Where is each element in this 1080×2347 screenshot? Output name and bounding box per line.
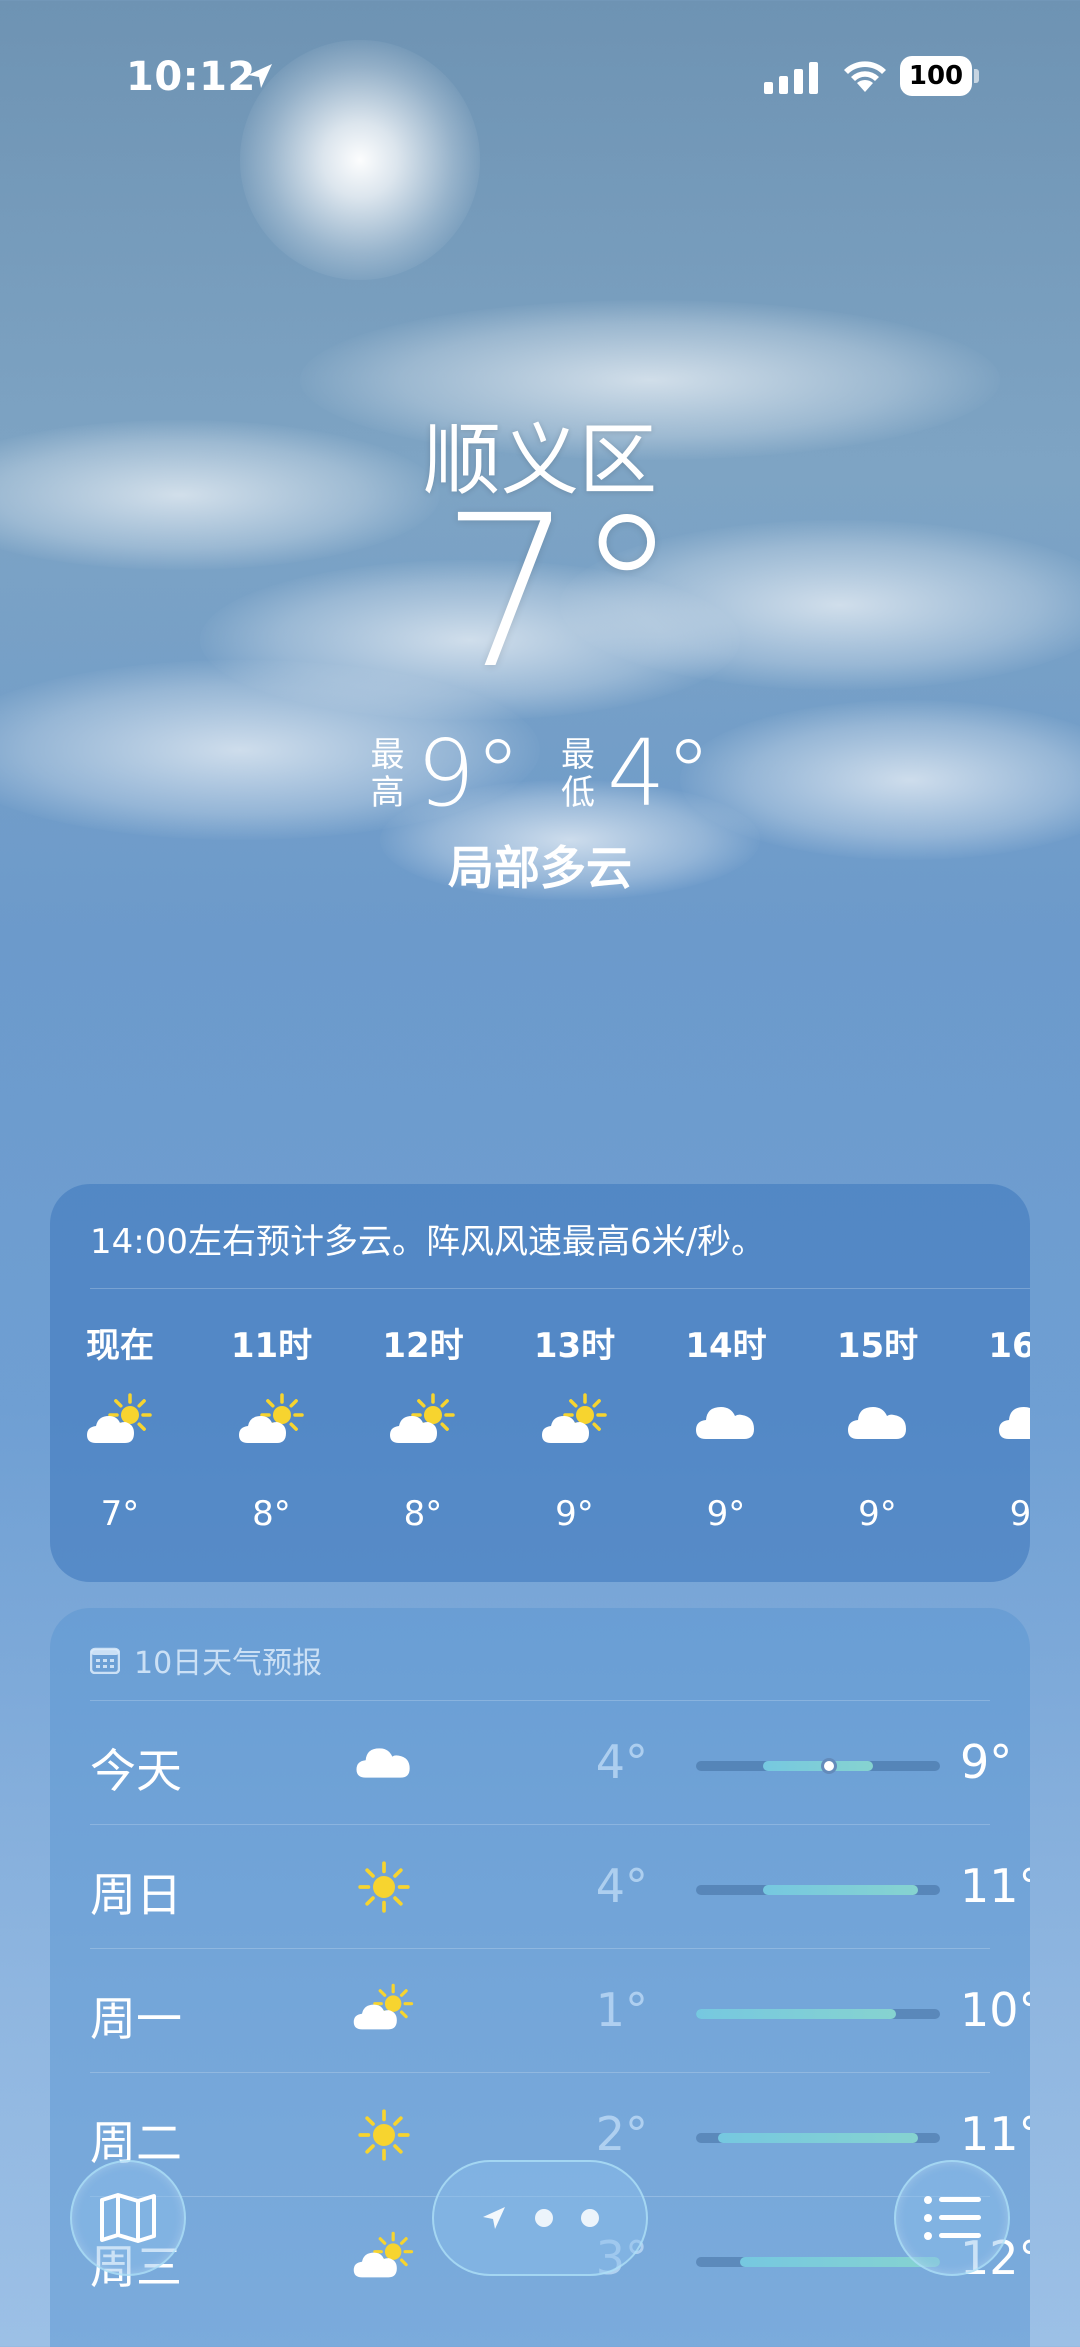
hourly-item: 12时 8° (363, 1318, 483, 1534)
map-button[interactable] (70, 2160, 186, 2276)
page-indicator[interactable] (432, 2160, 648, 2276)
temp-range-bar (696, 2133, 940, 2143)
list-button[interactable] (894, 2160, 1010, 2276)
hour-temp: 7° (100, 1494, 140, 1534)
hourly-forecast-panel[interactable]: 14:00左右预计多云。阵风风速最高6米/秒。 现在 7° 11时 8° 12时 8… (50, 1184, 1030, 1582)
hour-temp: 9° (858, 1494, 897, 1534)
hour-temp: 9° (555, 1494, 594, 1534)
cloud-icon (666, 1368, 786, 1478)
low-label: 最低 (561, 734, 595, 813)
high-low-temps: 最高 9° 最低 4° (0, 720, 1080, 827)
hour-label: 11时 (230, 1326, 313, 1366)
low-temp: 1° (595, 1983, 648, 2037)
cloud-icon (818, 1368, 938, 1478)
hour-temp: 9° (1009, 1494, 1030, 1534)
hour-label: 12时 (382, 1326, 464, 1366)
partly-sunny-icon (515, 1368, 635, 1478)
current-temp-dot (821, 1758, 838, 1774)
hourly-item: 现在 7° (60, 1318, 180, 1534)
hour-label: 现在 (86, 1326, 154, 1366)
hour-label: 14时 (685, 1326, 767, 1366)
ten-day-title: 10日天气预报 (134, 1646, 323, 1681)
partly-sunny-icon (363, 1368, 483, 1478)
current-temperature: 7° (440, 470, 680, 715)
ten-day-header: 10日天气预报 (90, 1638, 322, 1682)
hourly-item: 13时 9° (515, 1318, 635, 1534)
high-temp: 11° (960, 1859, 1030, 1913)
cloud-icon (969, 1368, 1030, 1478)
hourly-summary: 14:00左右预计多云。阵风风速最高6米/秒。 (90, 1222, 766, 1262)
map-icon (100, 2193, 156, 2243)
location-arrow-icon (248, 64, 272, 88)
high-temp: 10° (960, 1983, 1030, 2037)
hour-label: 15时 (836, 1326, 919, 1366)
day-label: 周一 (90, 1992, 182, 2046)
hour-temp: 8° (252, 1494, 291, 1534)
weather-condition: 局部多云 (448, 841, 632, 895)
status-bar: 10:12 100 (0, 40, 1080, 120)
low-temp: 4° (607, 720, 712, 827)
cloud-icon (344, 1723, 424, 1803)
hourly-item: 15时 9° (818, 1318, 938, 1534)
partly-sunny-icon (60, 1368, 180, 1478)
hour-label: 16时 (988, 1326, 1030, 1366)
cellular-signal-icon (764, 62, 818, 94)
high-temp: 9° (416, 720, 521, 827)
partly-sunny-icon (344, 2219, 424, 2299)
location-arrow-icon (483, 2207, 505, 2229)
temp-range-bar (696, 1758, 940, 1774)
high-temp: 11° (960, 2107, 1030, 2161)
battery-indicator: 100 (900, 56, 980, 96)
daily-row[interactable]: 周日 4° 11° (90, 1824, 1030, 1948)
temp-range-bar (696, 2257, 940, 2267)
sun-icon (344, 1847, 424, 1927)
daily-row[interactable]: 今天 4° 9° (90, 1700, 1012, 1824)
page-dot[interactable] (581, 2209, 599, 2227)
partly-sunny-icon (212, 1368, 332, 1478)
low-temp: 2° (595, 2107, 648, 2161)
day-label: 周日 (90, 1868, 182, 1922)
wifi-icon (844, 61, 886, 92)
hourly-item: 14时 9° (666, 1318, 786, 1534)
low-temp: 4° (595, 1859, 648, 1913)
partly-sunny-icon (344, 1971, 424, 2051)
hour-temp: 9° (706, 1494, 746, 1534)
hour-label: 13时 (533, 1326, 616, 1366)
high-label: 最高 (370, 734, 405, 813)
hourly-item: 11时 8° (212, 1318, 332, 1534)
battery-level: 100 (900, 56, 972, 96)
sun-icon (344, 2095, 424, 2175)
calendar-icon (90, 1647, 120, 1674)
temp-range-bar (696, 1885, 940, 1895)
list-icon (924, 2196, 981, 2240)
status-time: 10:12 (126, 54, 256, 100)
low-temp: 4° (595, 1735, 648, 1789)
day-label: 今天 (90, 1744, 182, 1798)
high-temp: 9° (960, 1735, 1013, 1789)
daily-row[interactable]: 周一 1° 10° (90, 1948, 1030, 2072)
hourly-item: 16时 9° (969, 1318, 1030, 1534)
temp-range-bar (696, 2009, 940, 2019)
hour-temp: 8° (403, 1494, 443, 1534)
page-dot[interactable] (535, 2209, 553, 2227)
